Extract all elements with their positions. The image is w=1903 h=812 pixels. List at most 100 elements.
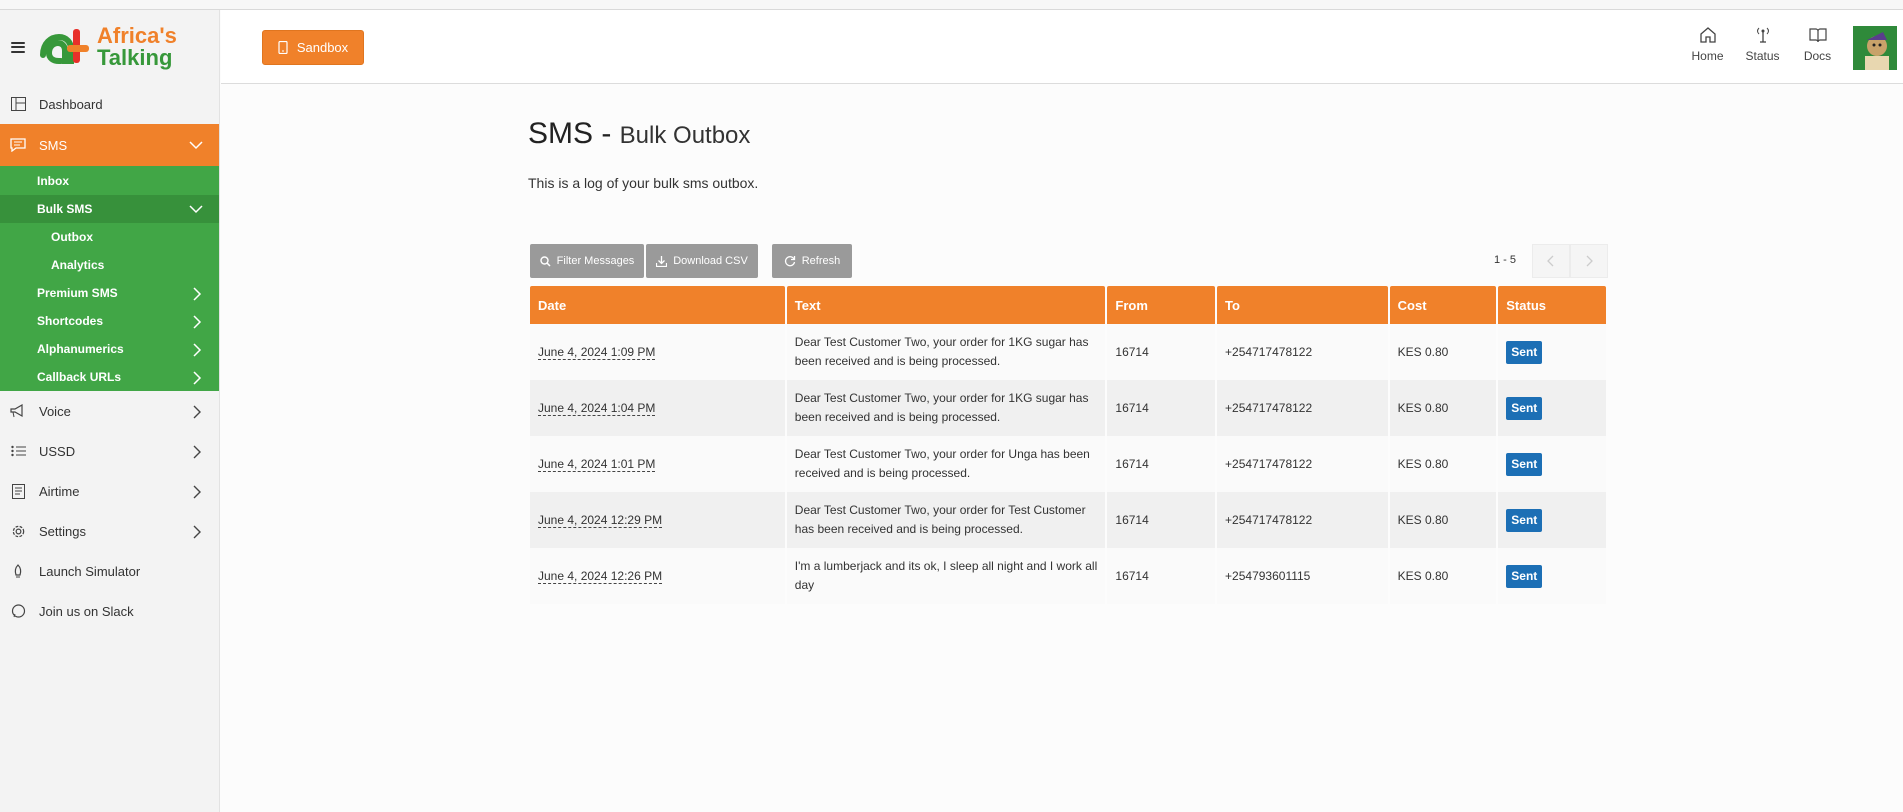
home-link[interactable]: Home bbox=[1680, 26, 1735, 63]
rocket-icon bbox=[9, 562, 27, 580]
sidebar-item-launch-simulator[interactable]: Launch Simulator bbox=[0, 551, 219, 591]
megaphone-icon bbox=[9, 402, 27, 420]
page-title-main: SMS - bbox=[528, 117, 620, 150]
status-badge: Sent bbox=[1506, 452, 1543, 476]
to-cell: +254793601115 bbox=[1217, 548, 1388, 604]
sandbox-button[interactable]: Sandbox bbox=[262, 30, 364, 65]
logo[interactable]: Africa's Talking bbox=[39, 25, 177, 69]
home-icon bbox=[1699, 27, 1716, 43]
filter-messages-label: Filter Messages bbox=[556, 255, 635, 267]
table-row[interactable]: June 4, 2024 1:04 PM Dear Test Customer … bbox=[530, 380, 1606, 436]
top-links: Home Status Docs bbox=[1680, 26, 1897, 70]
cost-cell: KES 0.80 bbox=[1389, 380, 1497, 436]
date-cell: June 4, 2024 12:29 PM bbox=[530, 492, 785, 548]
status-badge: Sent bbox=[1506, 396, 1543, 420]
to-cell: +254717478122 bbox=[1217, 436, 1388, 492]
date-cell: June 4, 2024 1:09 PM bbox=[530, 324, 785, 380]
sidebar-item-label: Alphanumerics bbox=[37, 342, 124, 356]
column-header[interactable]: From bbox=[1107, 286, 1216, 324]
sidebar-item-label: Bulk SMS bbox=[37, 202, 93, 216]
sidebar-item-settings[interactable]: Settings bbox=[0, 511, 219, 551]
date-value[interactable]: June 4, 2024 1:09 PM bbox=[538, 344, 656, 360]
sidebar-item-voice[interactable]: Voice bbox=[0, 391, 219, 431]
chevron-right-icon bbox=[193, 287, 202, 301]
sidebar-item-analytics[interactable]: Analytics bbox=[0, 251, 219, 279]
status-cell: Sent bbox=[1498, 436, 1606, 492]
text-cell: I'm a lumberjack and its ok, I sleep all… bbox=[786, 548, 1106, 604]
gear-icon bbox=[9, 522, 27, 540]
sidebar-item-slack[interactable]: Join us on Slack bbox=[0, 591, 219, 631]
sidebar-item-label: Premium SMS bbox=[37, 286, 118, 300]
to-cell: +254717478122 bbox=[1217, 492, 1388, 548]
chevron-right-icon bbox=[193, 343, 202, 357]
sidebar-item-label: Join us on Slack bbox=[39, 603, 134, 619]
sidebar-item-callback-urls[interactable]: Callback URLs bbox=[0, 363, 219, 391]
sidebar-item-label: Settings bbox=[39, 523, 86, 539]
chevron-down-icon bbox=[189, 141, 203, 150]
next-page-button[interactable] bbox=[1570, 244, 1608, 278]
sidebar-item-dashboard[interactable]: Dashboard bbox=[0, 84, 219, 124]
sidebar-item-ussd[interactable]: USSD bbox=[0, 431, 219, 471]
menu-icon[interactable] bbox=[11, 41, 25, 53]
logo-line1: Africa's bbox=[97, 23, 177, 48]
sidebar-item-shortcodes[interactable]: Shortcodes bbox=[0, 307, 219, 335]
sidebar-item-airtime[interactable]: Airtime bbox=[0, 471, 219, 511]
prev-page-button[interactable] bbox=[1532, 244, 1570, 278]
download-csv-button[interactable]: Download CSV bbox=[646, 244, 758, 278]
table-row[interactable]: June 4, 2024 1:01 PM Dear Test Customer … bbox=[530, 436, 1606, 492]
status-link[interactable]: Status bbox=[1735, 26, 1790, 63]
sidebar-item-premium-sms[interactable]: Premium SMS bbox=[0, 279, 219, 307]
sidebar-item-label: Dashboard bbox=[39, 96, 103, 112]
sms-icon bbox=[9, 136, 27, 154]
top-header: Sandbox Home Status Docs bbox=[221, 10, 1903, 84]
column-header[interactable]: Cost bbox=[1389, 286, 1497, 324]
column-header[interactable]: Status bbox=[1498, 286, 1606, 324]
docs-link[interactable]: Docs bbox=[1790, 26, 1845, 63]
refresh-button[interactable]: Refresh bbox=[772, 244, 852, 278]
sidebar-item-sms[interactable]: SMS bbox=[0, 124, 219, 166]
sidebar-item-alphanumerics[interactable]: Alphanumerics bbox=[0, 335, 219, 363]
column-header[interactable]: Date bbox=[530, 286, 785, 324]
logo-text: Africa's Talking bbox=[97, 25, 177, 69]
download-icon bbox=[656, 255, 668, 267]
column-header[interactable]: To bbox=[1217, 286, 1388, 324]
date-value[interactable]: June 4, 2024 12:29 PM bbox=[538, 512, 663, 528]
cost-cell: KES 0.80 bbox=[1389, 548, 1497, 604]
table-row[interactable]: June 4, 2024 1:09 PM Dear Test Customer … bbox=[530, 324, 1606, 380]
date-value[interactable]: June 4, 2024 1:04 PM bbox=[538, 400, 656, 416]
sidebar-item-outbox[interactable]: Outbox bbox=[0, 223, 219, 251]
filter-messages-button[interactable]: Filter Messages bbox=[530, 244, 644, 278]
sidebar-item-label: Airtime bbox=[39, 483, 80, 499]
sidebar-item-bulk-sms[interactable]: Bulk SMS bbox=[0, 195, 219, 223]
browser-top-strip bbox=[0, 0, 1903, 10]
list-icon bbox=[9, 442, 27, 460]
sidebar-item-label: Outbox bbox=[51, 230, 93, 244]
sidebar: Africa's Talking Dashboard SMS Inbox Bul… bbox=[0, 10, 220, 812]
date-value[interactable]: June 4, 2024 1:01 PM bbox=[538, 456, 656, 472]
chevron-right-icon bbox=[193, 371, 202, 385]
cost-cell: KES 0.80 bbox=[1389, 436, 1497, 492]
sidebar-item-inbox[interactable]: Inbox bbox=[0, 166, 219, 195]
from-cell: 16714 bbox=[1107, 436, 1216, 492]
avatar-image-icon bbox=[1853, 26, 1897, 70]
column-header[interactable]: Text bbox=[786, 286, 1106, 324]
book-icon bbox=[1808, 28, 1827, 43]
sidebar-item-label: Callback URLs bbox=[37, 370, 122, 384]
sms-submenu: Inbox Bulk SMS Outbox Analytics Premium … bbox=[0, 166, 219, 391]
chevron-right-icon bbox=[193, 485, 201, 499]
status-badge: Sent bbox=[1506, 340, 1543, 364]
status-cell: Sent bbox=[1498, 548, 1606, 604]
avatar[interactable] bbox=[1853, 26, 1897, 70]
refresh-label: Refresh bbox=[801, 255, 841, 267]
text-cell: Dear Test Customer Two, your order for 1… bbox=[786, 380, 1106, 436]
logo-line2: Talking bbox=[97, 45, 173, 70]
sidebar-item-label: USSD bbox=[39, 443, 76, 459]
table-row[interactable]: June 4, 2024 12:26 PM I'm a lumberjack a… bbox=[530, 548, 1606, 604]
page-intro: This is a log of your bulk sms outbox. bbox=[528, 175, 759, 191]
toolbar: Filter Messages Download CSV Refresh 1 -… bbox=[528, 244, 1608, 278]
chevron-down-icon bbox=[189, 205, 203, 214]
table-header-row: Date Text From To Cost Status bbox=[530, 286, 1606, 324]
table-row[interactable]: June 4, 2024 12:29 PM Dear Test Customer… bbox=[530, 492, 1606, 548]
search-icon bbox=[539, 255, 551, 267]
date-value[interactable]: June 4, 2024 12:26 PM bbox=[538, 568, 663, 584]
